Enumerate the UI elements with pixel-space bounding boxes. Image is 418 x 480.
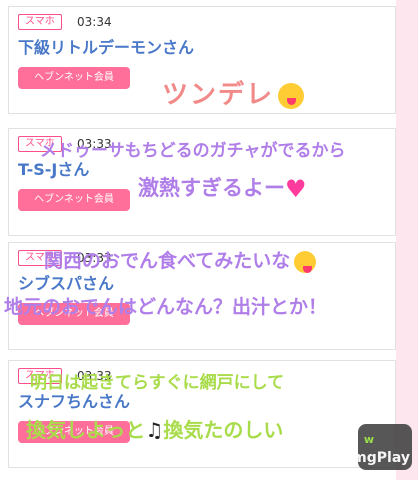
user-name-link[interactable]: スナフちんさん [18, 391, 130, 413]
imgplay-watermark: imgPlay [347, 450, 410, 466]
music-note-icon: ♫ [145, 418, 164, 442]
overlay-comment-ventilate: 換気しよっと♫換気たのしい [26, 414, 283, 443]
device-badge: スマホ [18, 14, 62, 30]
overlay-text: ツンデレ [162, 80, 275, 110]
overlay-text: 換気たのしい [163, 418, 284, 442]
user-name-link[interactable]: 下級リトルデーモンさん [18, 37, 194, 59]
right-edge-strip [396, 0, 418, 480]
overlay-comment-morning: 明日は起きてらすぐに網戸にして [30, 373, 285, 393]
member-badge-button[interactable]: ヘブンネット会員 [18, 189, 130, 211]
overlay-comment-hype: 激熱すぎるよー♥ [138, 172, 307, 203]
overlay-text: 関西のおでん食べてみたいな [44, 250, 291, 272]
overlay-comment-oden: 関西のおでん食べてみたいな [44, 246, 317, 273]
post-time: 03:34 [77, 15, 112, 29]
user-name-link[interactable]: T-S-Jさん [18, 159, 89, 181]
heart-icon: ♥ [285, 175, 307, 203]
overlay-text: 激熱すぎるよー [138, 176, 285, 200]
member-badge-button[interactable]: ヘブンネット会員 [18, 67, 130, 89]
face-with-tongue-icon [278, 82, 305, 109]
face-with-tongue-icon [294, 250, 317, 273]
overlay-text: 換気しよっと [26, 418, 146, 442]
overlay-comment-gacha: メドゥーサもちどるのガチャがでるから [40, 141, 346, 161]
overlay-comment-tsundere: ツンデレ [162, 74, 305, 111]
overlay-comment-oden-question: 地元のおでんはどんなん？出汁とか！ [4, 296, 328, 318]
overlay-w-mark: w [363, 433, 374, 446]
